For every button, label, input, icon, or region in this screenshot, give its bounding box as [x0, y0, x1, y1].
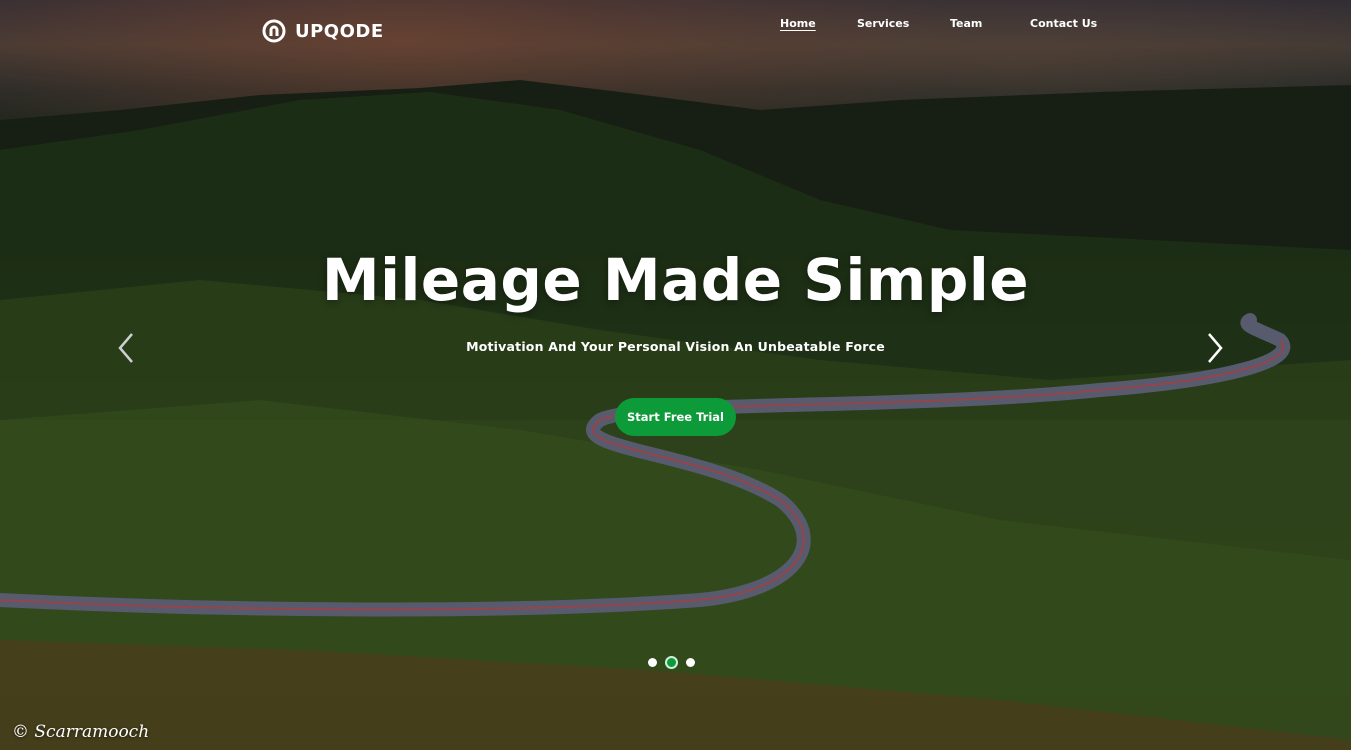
photo-credit-watermark: © Scarramooch	[12, 722, 150, 742]
start-free-trial-button[interactable]: Start Free Trial	[615, 398, 736, 436]
nav-services-link[interactable]: Services	[857, 17, 909, 30]
brand-logo[interactable]: UPQODE	[262, 16, 384, 46]
brand-name: UPQODE	[295, 20, 384, 42]
nav-home-link[interactable]: Home	[780, 17, 816, 30]
slider-dot-1[interactable]	[648, 658, 657, 667]
hero-subtitle: Motivation And Your Personal Vision An U…	[466, 339, 885, 354]
slider-dot-3[interactable]	[686, 658, 695, 667]
nav-team-link[interactable]: Team	[950, 17, 982, 30]
slider-pagination	[648, 656, 695, 669]
hero-slider: UPQODE Home Services Team Contact Us Mil…	[0, 0, 1351, 750]
upqode-logo-icon	[262, 19, 286, 43]
slider-dot-2[interactable]	[665, 656, 678, 669]
hero-overlay	[0, 0, 1351, 750]
hero-title: Mileage Made Simple	[321, 246, 1030, 314]
nav-contact-link[interactable]: Contact Us	[1030, 17, 1097, 30]
